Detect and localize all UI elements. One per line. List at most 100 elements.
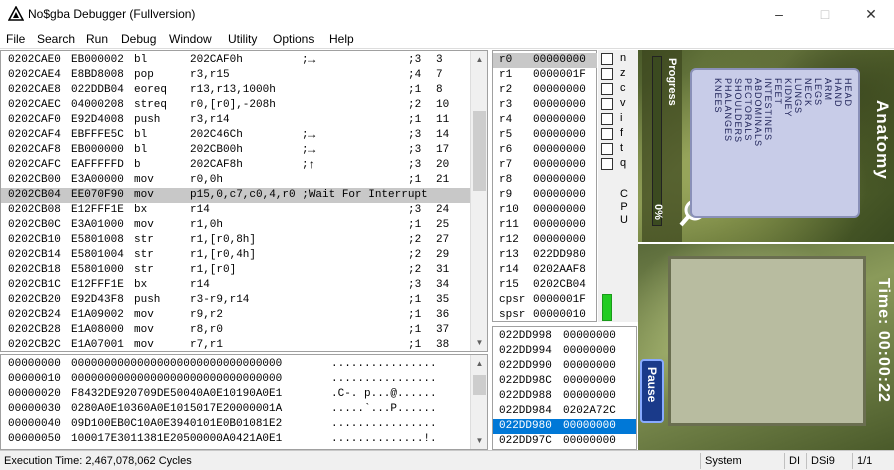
scroll-up-icon[interactable]: ▲ — [471, 355, 488, 372]
disasm-row[interactable]: 0202CB14 E5801004 str r1,[r0,4h] ;2 29 — [1, 248, 470, 263]
flag-checkbox[interactable] — [601, 158, 613, 170]
game-bottom-screen[interactable]: Pause Time: 00:00:22 — [638, 244, 894, 450]
stack-row[interactable]: 022DD998 00000000 — [493, 329, 636, 344]
disasm-row[interactable]: 0202CAF8 EB000000 bl 202CB00h; → ;3 17 — [1, 143, 470, 158]
flag-checkbox[interactable] — [601, 98, 613, 110]
register-row[interactable]: r3 00000000 — [493, 98, 597, 113]
stack-row[interactable]: 022DD984 0202A72C — [493, 404, 636, 419]
close-button[interactable]: ✕ — [848, 0, 894, 29]
menu-file[interactable]: File — [6, 32, 25, 46]
menu-window[interactable]: Window — [169, 32, 212, 46]
disasm-row[interactable]: 0202CAF0 E92D4008 push r3,r14 ;1 11 — [1, 113, 470, 128]
register-row[interactable]: r7 00000000 — [493, 158, 597, 173]
register-row[interactable]: r11 00000000 — [493, 218, 597, 233]
disasm-row[interactable]: 0202CB10 E5801008 str r1,[r0,8h] ;2 27 — [1, 233, 470, 248]
register-row[interactable]: r9 00000000 — [493, 188, 597, 203]
register-row[interactable]: r2 00000000 — [493, 83, 597, 98]
disasm-row[interactable]: 0202CAF4 EBFFFE5C bl 202C46Ch; → ;3 14 — [1, 128, 470, 143]
execution-time: Execution Time: 2,467,078,062 Cycles — [4, 455, 192, 467]
disasm-row[interactable]: 0202CAE0 EB000002 bl 202CAF0h; → ;3 3 — [1, 53, 470, 68]
disasm-cycles: ;3 — [408, 54, 422, 66]
scroll-thumb[interactable] — [473, 111, 486, 191]
register-row[interactable]: r5 00000000 — [493, 128, 597, 143]
disasm-row[interactable]: 0202CB20 E92D43F8 push r3-r9,r14 ;1 35 — [1, 293, 470, 308]
stack-pane[interactable]: 022DD998 00000000 022DD994 00000000 022DD990… — [492, 326, 637, 450]
hex-bytes: 0280A0E10360A0E1015017E20000001A — [71, 403, 283, 415]
hex-row[interactable]: 00000010 00000000000000000000000000000000… — [1, 372, 470, 387]
register-row[interactable]: r6 00000000 — [493, 143, 597, 158]
menu-run[interactable]: Run — [86, 32, 108, 46]
register-row[interactable]: cpsr 0000001F — [493, 293, 597, 308]
disasm-row[interactable]: 0202CB1C E12FFF1E bx r14 ;3 34 — [1, 278, 470, 293]
registers-pane[interactable]: r0 00000000 r1 0000001F r2 00000000 r3 00000000… — [492, 50, 597, 322]
stack-row[interactable]: 022DD988 00000000 — [493, 389, 636, 404]
pause-button[interactable]: Pause — [640, 359, 664, 423]
game-top-screen[interactable]: Progress 0% HEAD HAND ARM LEGS NECK LUNGS KIDN… — [638, 50, 894, 242]
disasm-row[interactable]: 0202CAFC EAFFFFFD b 202CAF8h; ↑ ;3 20 — [1, 158, 470, 173]
disasm-row[interactable]: 0202CB0C E3A01000 mov r1,0h ;1 25 — [1, 218, 470, 233]
flag-checkbox[interactable] — [601, 128, 613, 140]
memory-hex-pane[interactable]: 00000000 00000000000000000000000000000000… — [0, 354, 488, 450]
hex-scrollbar[interactable]: ▲ ▼ — [470, 355, 487, 449]
scroll-down-icon[interactable]: ▼ — [471, 334, 488, 351]
scroll-up-icon[interactable]: ▲ — [471, 51, 488, 68]
disasm-operands: p15,0,c7,c0,4,r0 ;Wait For Interrupt — [190, 189, 428, 201]
disasm-operands: 202CAF0h — [190, 54, 243, 66]
cpu-selector[interactable]: DSi9 — [806, 453, 852, 469]
maximize-button[interactable]: □ — [802, 0, 848, 29]
flag-checkbox[interactable] — [601, 143, 613, 155]
register-row[interactable]: r1 0000001F — [493, 68, 597, 83]
hex-row[interactable]: 00000020 F8432DE920709DE50040A0E10190A0E1… — [1, 387, 470, 402]
disasm-row[interactable]: 0202CB08 E12FFF1E bx r14 ;3 24 — [1, 203, 470, 218]
disasm-row[interactable]: 0202CB2C E1A07001 mov r7,r1 ;1 38 — [1, 338, 470, 353]
menu-utility[interactable]: Utility — [228, 32, 257, 46]
disasm-cycle-total: 38 — [436, 339, 450, 351]
stack-row[interactable]: 022DD990 00000000 — [493, 359, 636, 374]
disasm-row[interactable]: 0202CB00 E3A00000 mov r0,0h ;1 21 — [1, 173, 470, 188]
register-row[interactable]: r14 0202AAF8 — [493, 263, 597, 278]
disasm-row[interactable]: 0202CB24 E1A09002 mov r9,r2 ;1 36 — [1, 308, 470, 323]
register-row[interactable]: r15 0202CB04 — [493, 278, 597, 293]
hex-row[interactable]: 00000040 09D100EB0C10A0E3940101E0B01081E2… — [1, 417, 470, 432]
disasm-row[interactable]: 0202CB04 EE070F90 mov p15,0,c7,c0,4,r0 ;Wai… — [1, 188, 470, 203]
menu-options[interactable]: Options — [273, 32, 314, 46]
disasm-row[interactable]: 0202CB18 E5801000 str r1,[r0] ;2 31 — [1, 263, 470, 278]
disasm-opcode: EE070F90 — [71, 189, 124, 201]
hex-row[interactable]: 00000030 0280A0E10360A0E1015017E20000001A… — [1, 402, 470, 417]
hex-row[interactable]: 00000050 100017E3011381E20500000A0421A0E1… — [1, 432, 470, 447]
flag-checkbox[interactable] — [601, 68, 613, 80]
drawing-canvas[interactable] — [668, 256, 866, 426]
disassembly-scrollbar[interactable]: ▲ ▼ — [470, 51, 487, 351]
disasm-address: 0202CB10 — [8, 234, 61, 246]
disasm-cycle-total: 21 — [436, 174, 450, 186]
register-row[interactable]: r4 00000000 — [493, 113, 597, 128]
flag-checkbox[interactable] — [601, 53, 613, 65]
menu-debug[interactable]: Debug — [121, 32, 156, 46]
hex-row[interactable]: 00000000 00000000000000000000000000000000… — [1, 357, 470, 372]
stack-row[interactable]: 022DD97C 00000000 — [493, 434, 636, 449]
flag-checkbox[interactable] — [601, 83, 613, 95]
flag-checkbox[interactable] — [601, 113, 613, 125]
disasm-row[interactable]: 0202CAEC 04000208 streq r0,[r0],-208h ;2 10 — [1, 98, 470, 113]
scroll-thumb[interactable] — [473, 375, 486, 395]
register-row[interactable]: r8 00000000 — [493, 173, 597, 188]
register-row[interactable]: r13 022DD980 — [493, 248, 597, 263]
disasm-row[interactable]: 0202CB28 E1A08000 mov r8,r0 ;1 37 — [1, 323, 470, 338]
menu-help[interactable]: Help — [329, 32, 354, 46]
body-part-item: FEET — [773, 78, 783, 106]
register-name: r1 — [499, 69, 513, 81]
register-row[interactable]: r10 00000000 — [493, 203, 597, 218]
menu-search[interactable]: Search — [37, 32, 75, 46]
disassembly-pane[interactable]: 0202CAE0 EB000002 bl 202CAF0h; → ;3 3 0202CAE4 E… — [0, 50, 488, 352]
register-row[interactable]: spsr 00000010 — [493, 308, 597, 323]
minimize-button[interactable]: – — [756, 0, 802, 29]
register-row[interactable]: r12 00000000 — [493, 233, 597, 248]
stack-row[interactable]: 022DD98C 00000000 — [493, 374, 636, 389]
scroll-down-icon[interactable]: ▼ — [471, 432, 488, 449]
body-part-item: PHALANGES — [723, 78, 733, 143]
register-row[interactable]: r0 00000000 — [493, 53, 597, 68]
disasm-row[interactable]: 0202CAE4 E8BD8008 pop r3,r15 ;4 7 — [1, 68, 470, 83]
disasm-row[interactable]: 0202CAE8 022DDB04 eoreq r13,r13,1000h ;1 8 — [1, 83, 470, 98]
stack-row[interactable]: 022DD994 00000000 — [493, 344, 636, 359]
stack-row[interactable]: 022DD980 00000000 — [493, 419, 636, 434]
